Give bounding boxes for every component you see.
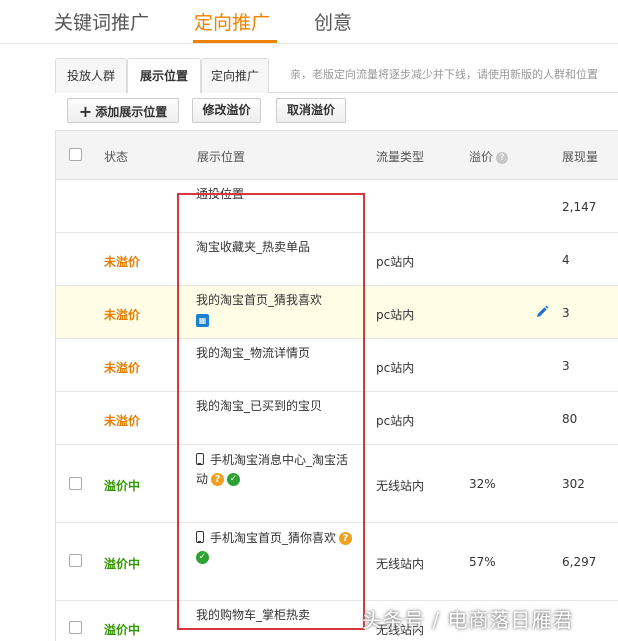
header-premium-label: 溢价 xyxy=(469,150,494,164)
highlight-annotation-box xyxy=(177,193,365,630)
traffic-type: pc站内 xyxy=(376,361,415,375)
status-badge: 未溢价 xyxy=(104,308,141,322)
status-badge: 未溢价 xyxy=(104,361,141,375)
impressions-value: 3 xyxy=(562,306,570,320)
row-checkbox[interactable] xyxy=(69,477,82,490)
traffic-type: pc站内 xyxy=(376,414,415,428)
premium-value: 32% xyxy=(469,477,496,491)
pencil-icon[interactable] xyxy=(535,305,549,319)
cancel-premium-button[interactable]: 取消溢价 xyxy=(276,98,346,123)
sub-tabs: 投放人群 展示位置 定向推广 亲，老版定向流量将逐步减少并下线，请使用新版的人群… xyxy=(55,54,618,94)
premium-value: 57% xyxy=(469,555,496,569)
top-divider xyxy=(0,43,618,44)
add-position-button[interactable]: + 添加展示位置 xyxy=(67,98,179,123)
header-position: 展示位置 xyxy=(197,150,246,164)
status-badge: 溢价中 xyxy=(104,623,141,637)
subtab-display-position[interactable]: 展示位置 xyxy=(127,58,201,94)
impressions-value: 4 xyxy=(562,253,570,267)
subtab-targeting[interactable]: 定向推广 xyxy=(201,58,269,93)
traffic-type: 无线站内 xyxy=(376,557,425,571)
select-all-checkbox[interactable] xyxy=(69,148,82,161)
traffic-type: 无线站内 xyxy=(376,479,425,493)
table-header: 状态 展示位置 流量类型 溢价? 展现量 xyxy=(56,130,618,180)
status-badge: 溢价中 xyxy=(104,557,141,571)
tab-keyword-promotion[interactable]: 关键词推广 xyxy=(54,8,149,35)
subtab-audience[interactable]: 投放人群 xyxy=(55,58,127,93)
status-badge: 未溢价 xyxy=(104,414,141,428)
row-checkbox[interactable] xyxy=(69,554,82,567)
toolbar: + 添加展示位置 修改溢价 取消溢价 xyxy=(55,93,618,130)
add-position-label: 添加展示位置 xyxy=(95,105,168,119)
header-impressions[interactable]: 展现量 xyxy=(562,148,598,165)
tab-creative[interactable]: 创意 xyxy=(314,8,352,35)
top-nav: 关键词推广 定向推广 创意 xyxy=(0,0,618,46)
impressions-value: 302 xyxy=(562,477,585,491)
impressions-value: 3 xyxy=(562,359,570,373)
edit-premium-button[interactable]: 修改溢价 xyxy=(192,98,261,123)
watermark: 头条号 / 电商落日雁君 xyxy=(362,608,574,632)
help-icon[interactable]: ? xyxy=(496,151,509,164)
status-badge: 未溢价 xyxy=(104,255,141,269)
header-premium: 溢价? xyxy=(469,148,509,165)
header-status: 状态 xyxy=(104,150,129,164)
row-checkbox[interactable] xyxy=(69,621,82,634)
impressions-value: 2,147 xyxy=(562,200,597,214)
notice-text: 亲，老版定向流量将逐步减少并下线，请使用新版的人群和位置 xyxy=(290,68,598,81)
traffic-type: pc站内 xyxy=(376,255,415,269)
impressions-value: 80 xyxy=(562,412,578,426)
status-badge: 溢价中 xyxy=(104,479,141,493)
impressions-value: 6,297 xyxy=(562,555,597,569)
traffic-type: pc站内 xyxy=(376,308,415,322)
tab-targeted-promotion[interactable]: 定向推广 xyxy=(194,8,270,35)
plus-icon: + xyxy=(78,102,93,121)
header-traffic: 流量类型 xyxy=(376,150,425,164)
